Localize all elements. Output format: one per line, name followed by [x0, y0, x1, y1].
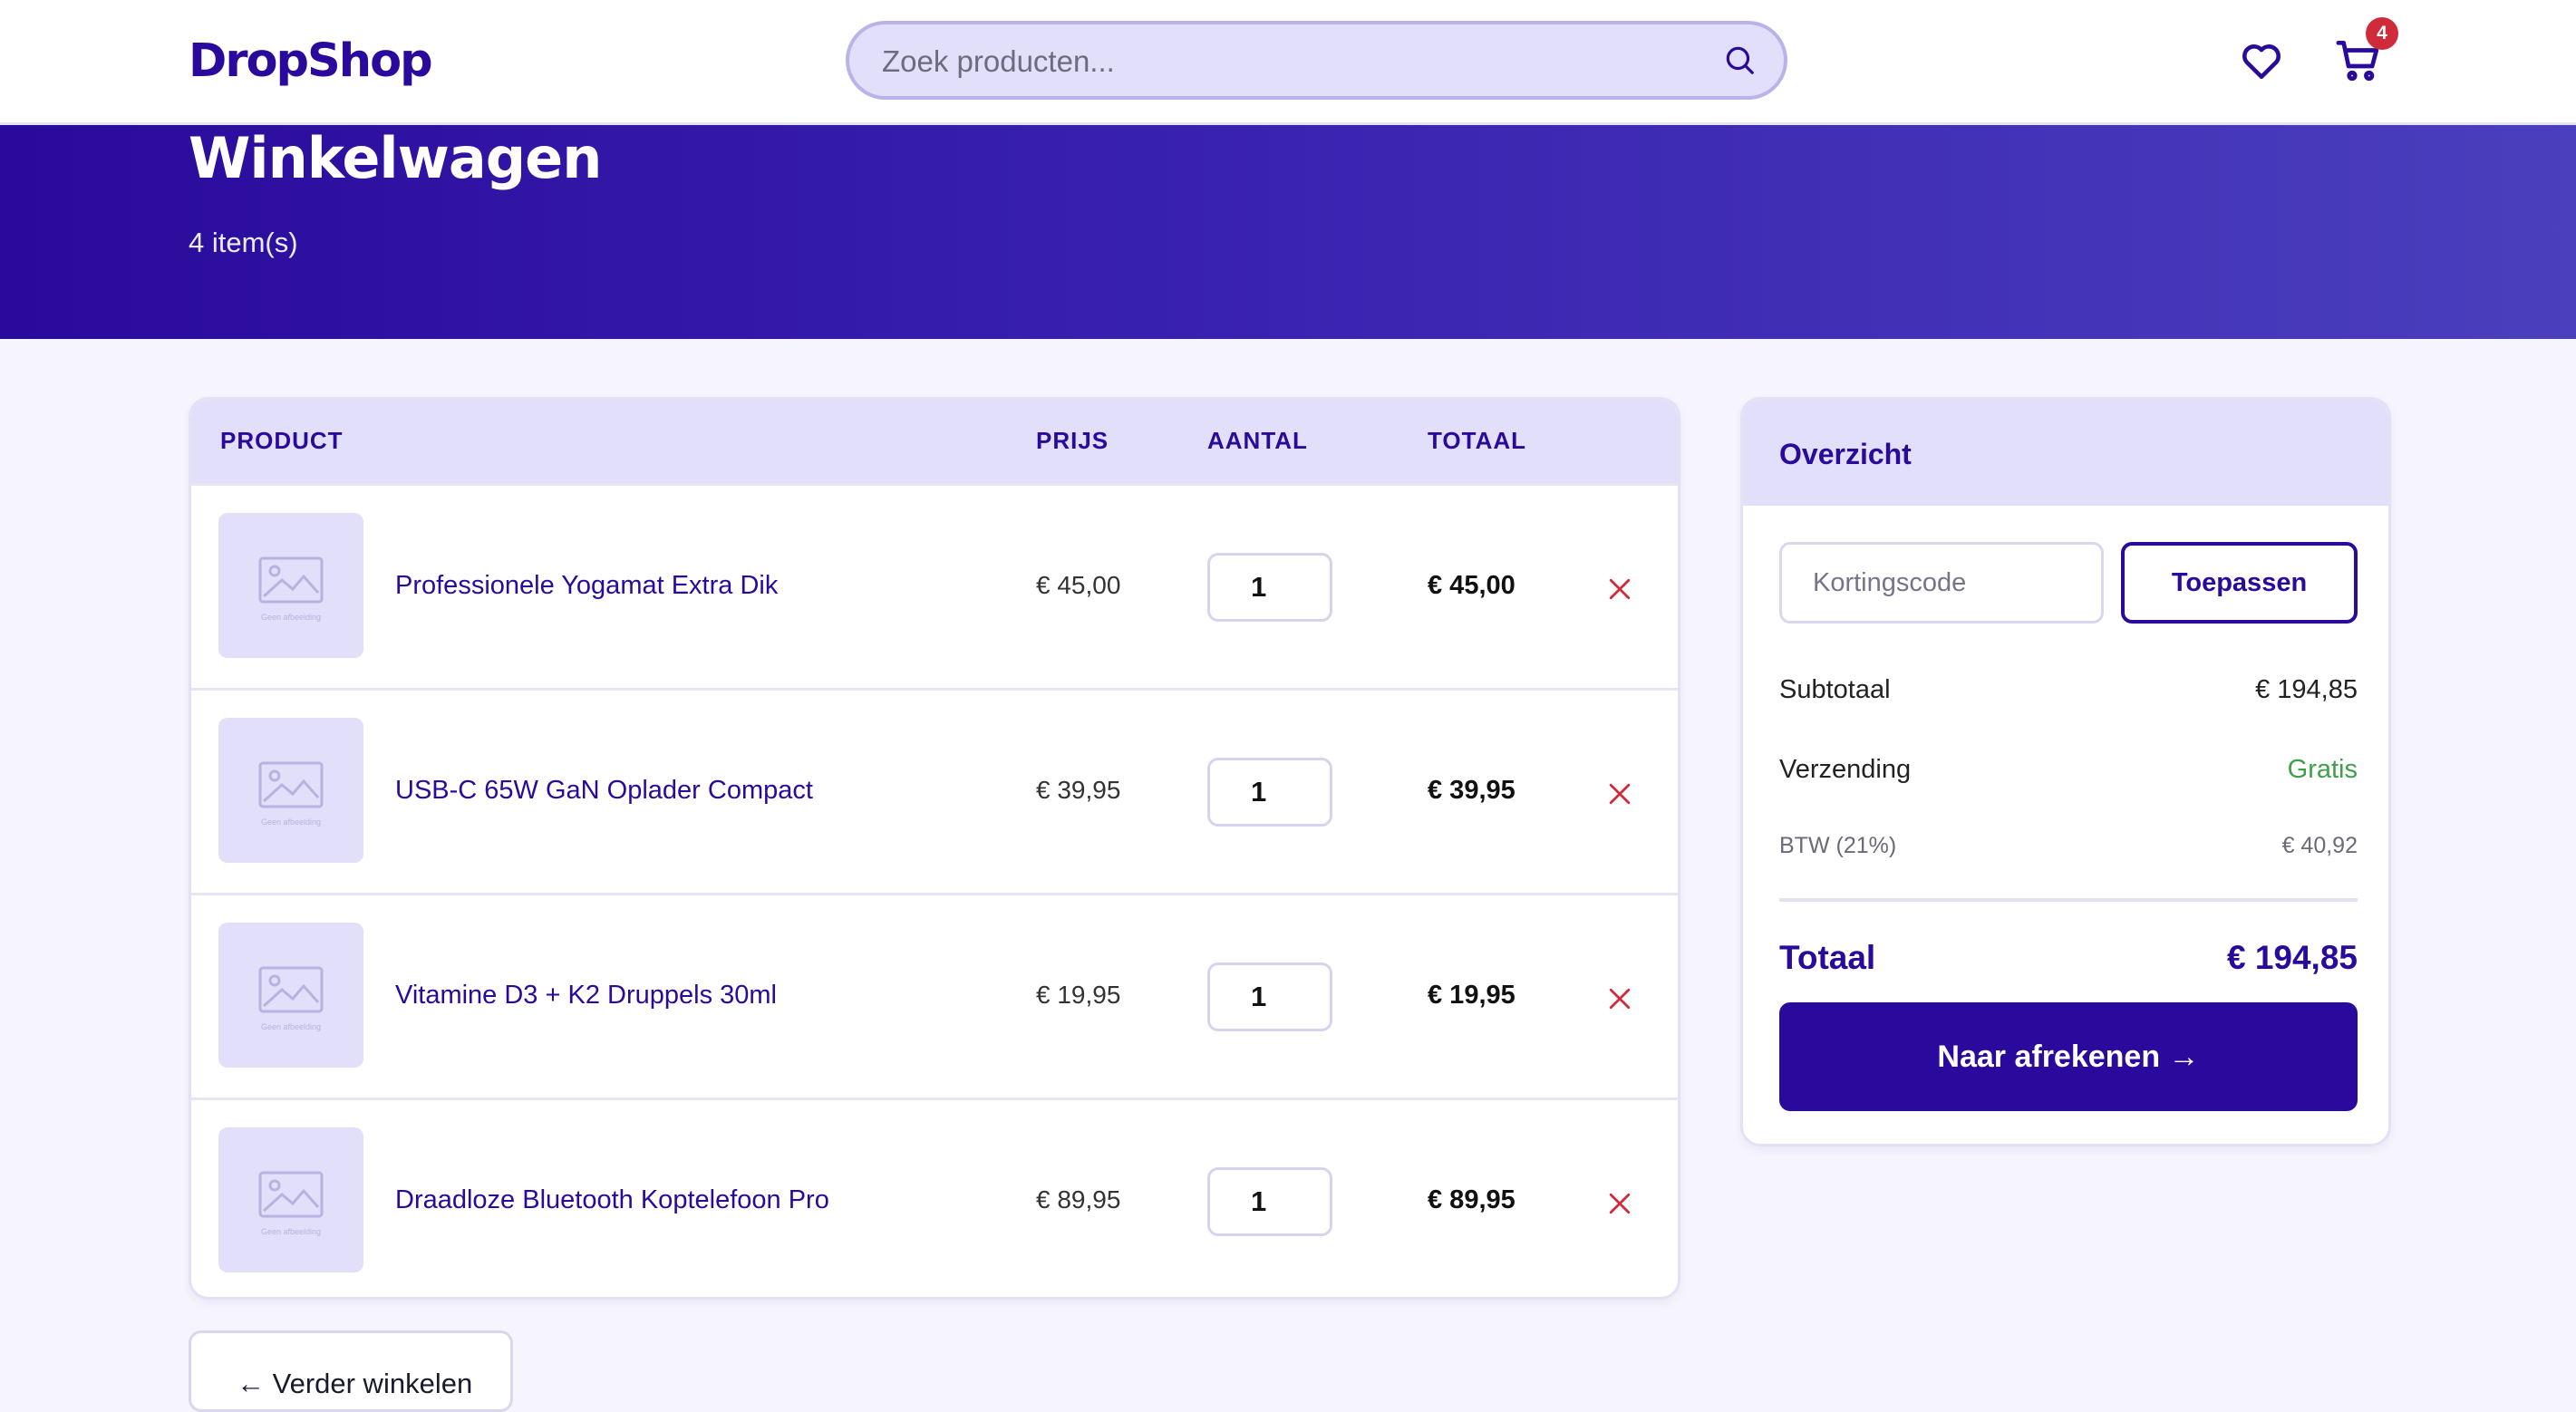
coupon-input[interactable] — [1779, 542, 2104, 624]
product-image-placeholder: Geen afbeelding — [218, 923, 363, 1068]
product-image-placeholder: Geen afbeelding — [218, 513, 363, 658]
subtotal-value: € 194,85 — [2255, 675, 2358, 704]
image-icon — [258, 1171, 324, 1218]
image-icon — [258, 761, 324, 808]
product-price: € 39,95 — [1036, 776, 1121, 804]
shipping-label: Verzending — [1779, 755, 1912, 784]
quantity-input[interactable] — [1207, 962, 1332, 1031]
product-name-link[interactable]: USB-C 65W GaN Oplader Compact — [395, 776, 813, 806]
item-count: 4 item(s) — [189, 227, 298, 258]
image-placeholder-caption: Geen afbeelding — [260, 1227, 322, 1236]
checkout-button[interactable]: Naar afrekenen → — [1779, 1002, 2358, 1111]
image-icon — [258, 966, 324, 1013]
remove-item-icon[interactable] — [1607, 781, 1632, 807]
cart-table: PRODUCT PRIJS AANTAL TOTAAL Geen afbeeld… — [189, 397, 1680, 1300]
quantity-input[interactable] — [1207, 758, 1332, 827]
cart-count-badge: 4 — [2366, 17, 2398, 50]
table-row: Geen afbeelding Draadloze Bluetooth Kopt… — [191, 1098, 1678, 1297]
product-name-link[interactable]: Vitamine D3 + K2 Druppels 30ml — [395, 981, 777, 1011]
remove-item-icon[interactable] — [1607, 1191, 1632, 1216]
row-total: € 89,95 — [1428, 1185, 1516, 1214]
search-icon[interactable] — [1722, 43, 1757, 77]
column-header-quantity: AANTAL — [1207, 427, 1308, 454]
page-hero: Winkelwagen 4 item(s) — [0, 125, 2576, 339]
heart-icon[interactable] — [2239, 38, 2284, 83]
table-row: Geen afbeelding USB-C 65W GaN Oplader Co… — [191, 688, 1678, 893]
search-input[interactable] — [880, 24, 1700, 98]
product-price: € 45,00 — [1036, 571, 1121, 599]
product-image-placeholder: Geen afbeelding — [218, 1127, 363, 1272]
summary-title: Overzicht — [1779, 438, 1912, 470]
total-label: Totaal — [1779, 939, 1876, 976]
summary-divider — [1779, 898, 2358, 902]
product-price: € 89,95 — [1036, 1185, 1121, 1214]
image-placeholder-caption: Geen afbeelding — [260, 613, 322, 622]
remove-item-icon[interactable] — [1607, 576, 1632, 602]
page-title: Winkelwagen — [189, 125, 602, 191]
remove-item-icon[interactable] — [1607, 986, 1632, 1011]
logo[interactable]: DropShop — [189, 34, 433, 88]
image-placeholder-caption: Geen afbeelding — [260, 1022, 322, 1031]
table-row: Geen afbeelding Vitamine D3 + K2 Druppel… — [191, 893, 1678, 1098]
shipping-value: Gratis — [2287, 755, 2358, 784]
product-image-placeholder: Geen afbeelding — [218, 718, 363, 863]
image-placeholder-caption: Geen afbeelding — [260, 817, 322, 827]
image-icon — [258, 556, 324, 604]
continue-shopping-button[interactable]: ← Verder winkelen — [189, 1330, 513, 1412]
quantity-input[interactable] — [1207, 553, 1332, 622]
total-value: € 194,85 — [2226, 939, 2358, 976]
product-name-link[interactable]: Draadloze Bluetooth Koptelefoon Pro — [395, 1185, 829, 1215]
row-total: € 39,95 — [1428, 776, 1516, 805]
vat-label: BTW (21%) — [1779, 833, 1897, 858]
summary-header: Overzicht — [1743, 400, 2388, 506]
vat-value: € 40,92 — [2281, 833, 2358, 858]
row-total: € 45,00 — [1428, 571, 1516, 600]
column-header-product: PRODUCT — [220, 427, 344, 454]
search-bar — [846, 21, 1787, 100]
product-price: € 19,95 — [1036, 981, 1121, 1009]
quantity-input[interactable] — [1207, 1167, 1332, 1236]
product-name-link[interactable]: Professionele Yogamat Extra Dik — [395, 571, 778, 601]
row-total: € 19,95 — [1428, 981, 1516, 1010]
table-header: PRODUCT PRIJS AANTAL TOTAAL — [191, 400, 1678, 483]
apply-coupon-button[interactable]: Toepassen — [2121, 542, 2358, 624]
table-row: Geen afbeelding Professionele Yogamat Ex… — [191, 483, 1678, 688]
order-summary: Overzicht Toepassen Subtotaal € 194,85 V… — [1740, 397, 2391, 1146]
column-header-total: TOTAAL — [1428, 427, 1527, 454]
subtotal-label: Subtotaal — [1779, 675, 1891, 704]
top-navbar: DropShop 4 — [0, 0, 2576, 125]
column-header-price: PRIJS — [1036, 427, 1109, 454]
